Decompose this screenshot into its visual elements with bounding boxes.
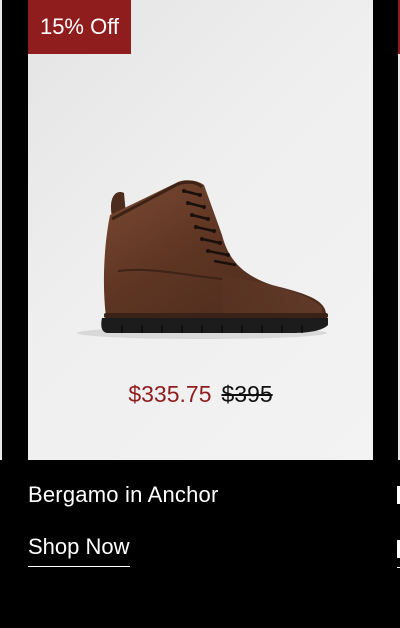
product-card[interactable]: 15% Off $335.75 $395 xyxy=(28,0,373,460)
product-name[interactable]: Bergamo in Anchor xyxy=(28,482,219,508)
original-price: $395 xyxy=(221,381,273,407)
product-image[interactable] xyxy=(72,175,330,340)
discount-badge: 15% Off xyxy=(28,0,131,54)
price-row: $335.75 $395 xyxy=(28,381,373,408)
sale-price: $335.75 xyxy=(128,381,212,407)
previous-card-edge[interactable] xyxy=(0,0,2,460)
product-carousel: 15% Off $335.75 $395 Bergamo in Anchor S… xyxy=(0,0,400,628)
shop-now-link[interactable]: Shop Now xyxy=(28,534,130,567)
